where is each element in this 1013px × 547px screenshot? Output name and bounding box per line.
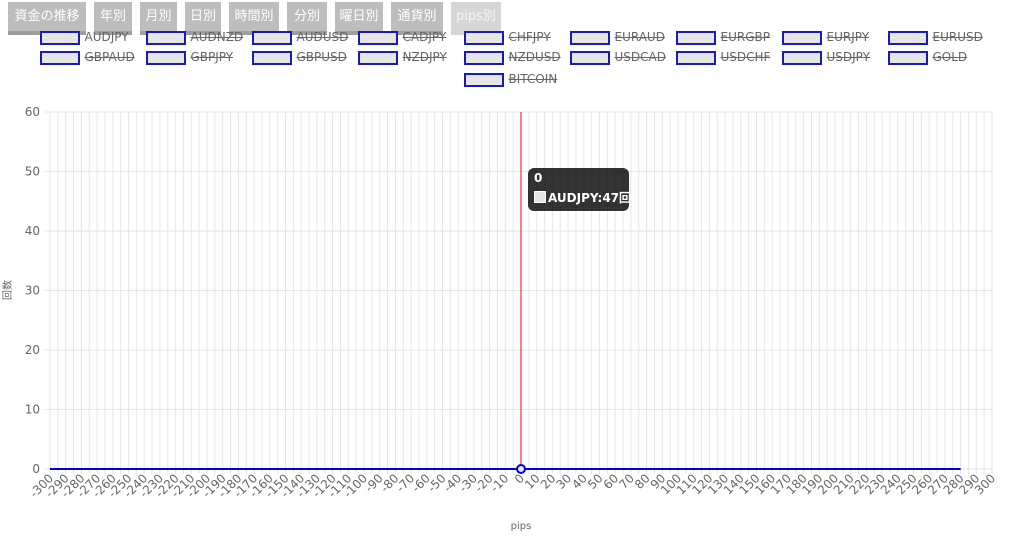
pips-distribution-chart: 0 10 20 30 40 50 60 -300-290-280-270-260-250-2…: [1, 105, 998, 532]
y-axis-label: 回数: [1, 280, 14, 300]
y-tick-label: 50: [25, 165, 40, 179]
y-tick-label: 20: [25, 343, 40, 357]
tooltip-body: AUDJPY:47回: [548, 191, 632, 205]
y-axis-ticks: 0 10 20 30 40 50 60: [25, 105, 40, 476]
y-tick-label: 0: [32, 462, 40, 476]
tooltip: 0 AUDJPY:47回: [528, 168, 632, 211]
x-tick-label: -10: [488, 471, 512, 495]
x-axis-ticks: -300-290-280-270-260-250-240-230-220-210…: [27, 471, 998, 500]
y-tick-label: 10: [25, 403, 40, 417]
y-tick-label: 40: [25, 224, 40, 238]
y-tick-label: 30: [25, 284, 40, 298]
tooltip-swatch: [534, 191, 546, 203]
tooltip-title: 0: [534, 171, 543, 185]
chart-grid: [45, 111, 993, 474]
hovered-point[interactable]: [516, 464, 526, 474]
y-tick-label: 60: [25, 105, 40, 119]
x-axis-label: pips: [511, 521, 532, 532]
